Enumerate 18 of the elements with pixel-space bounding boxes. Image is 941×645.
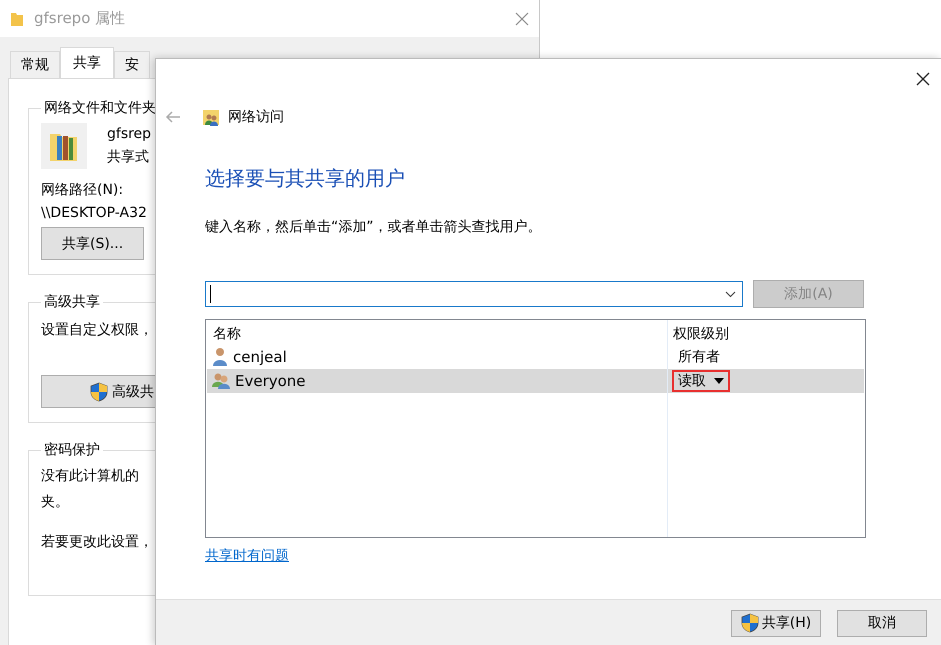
window-title: gfsrepo 属性 [34,9,126,28]
group-title: 网络文件和文件夹 [43,99,157,117]
group-title: 高级共享 [43,293,101,311]
dialog-title: 网络访问 [228,108,284,126]
user-name: Everyone [235,372,306,390]
path-label: 网络路径(N): [41,181,124,199]
group-text: 设置自定义权限， [41,321,153,339]
user-name: cenjeal [233,348,287,366]
group-text: 夹。 [41,493,69,511]
group-title: 密码保护 [43,441,101,459]
network-path: \\DESKTOP-A32 [41,205,147,221]
folder-name: gfsrep [107,126,152,142]
share-status: 共享式 [107,148,150,166]
permission-text: 所有者 [677,348,721,367]
heading: 选择要与其共享的用户 [205,165,406,192]
group-text: 没有此计算机的 [41,467,139,485]
group-text: 若要更改此设置， [41,533,153,551]
instruction-text: 键入名称，然后单击“添加”，或者单击箭头查找用户。 [205,218,543,236]
